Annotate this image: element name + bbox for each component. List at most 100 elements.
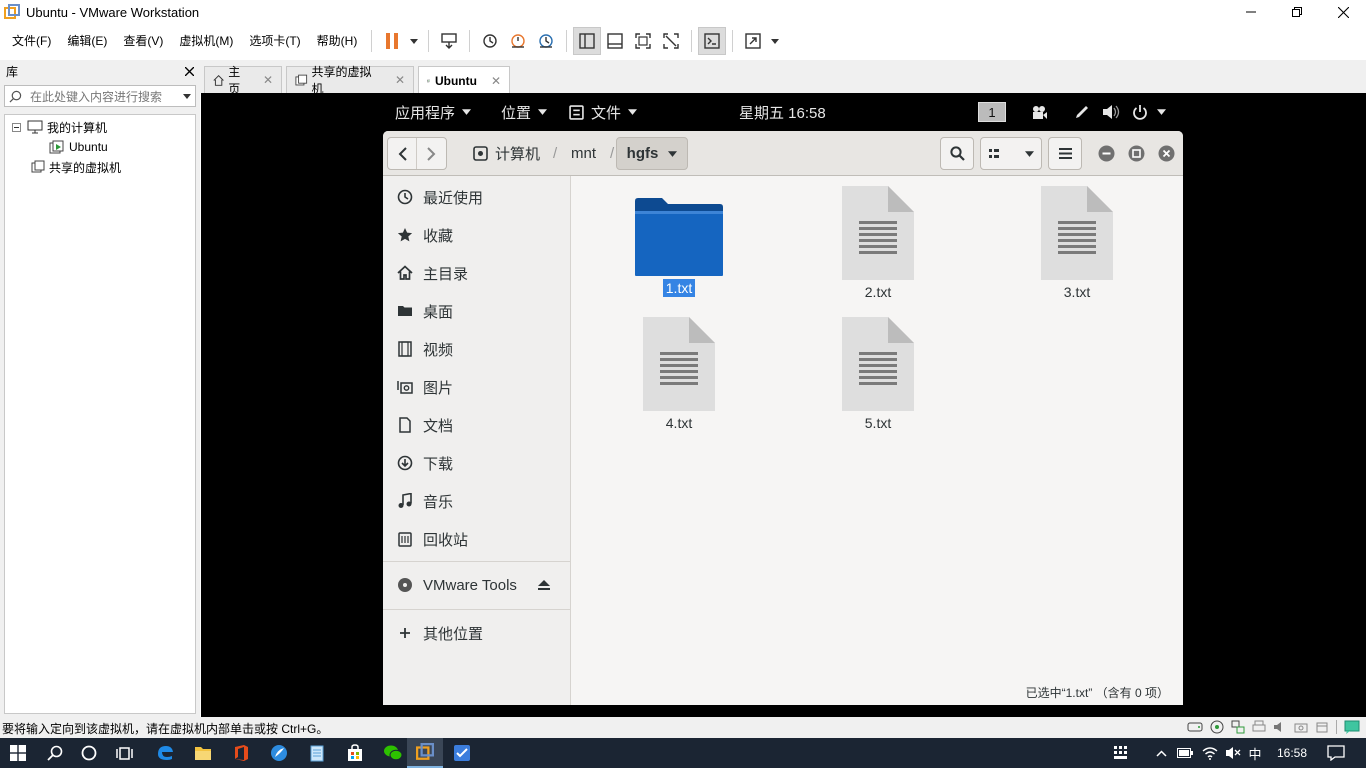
full-screen-button[interactable] (629, 27, 657, 55)
task-view-button[interactable] (106, 738, 142, 768)
start-button[interactable] (0, 738, 36, 768)
file-item[interactable]: 3.txt (1017, 185, 1137, 301)
tray-battery[interactable] (1174, 738, 1196, 768)
file-item[interactable]: 2.txt (818, 185, 938, 301)
tray-clock[interactable]: 16:58 (1268, 738, 1316, 768)
taskbar-vmware[interactable] (407, 738, 443, 768)
menu-file[interactable]: 文件(F) (4, 24, 59, 58)
close-icon[interactable] (185, 66, 194, 76)
tab-close-icon[interactable]: ✕ (263, 73, 273, 87)
system-power-menu[interactable] (1132, 93, 1166, 131)
volume-indicator[interactable] (1102, 93, 1120, 131)
vm-console[interactable]: 应用程序 位置 文件 星期五 16:58 1 计算机 / mnt / hgfs … (201, 93, 1366, 717)
gnome-applications-menu[interactable]: 应用程序 (395, 93, 472, 131)
sidebar-item-trash[interactable]: 回收站 (383, 520, 571, 558)
taskbar-file-explorer[interactable] (184, 738, 222, 768)
close-button[interactable] (1320, 0, 1366, 24)
sound-card-icon[interactable] (1273, 720, 1287, 734)
unity-button[interactable] (657, 27, 685, 55)
taskbar-office[interactable] (222, 738, 260, 768)
stretch-dropdown-button[interactable] (767, 27, 783, 55)
gnome-clock[interactable]: 星期五 16:58 (739, 93, 826, 131)
collapse-icon[interactable] (12, 122, 21, 132)
sidebar-item-home[interactable]: 主目录 (383, 254, 571, 292)
sidebar-item-desktop[interactable]: 桌面 (383, 292, 571, 330)
tab-shared-vms[interactable]: 共享的虚拟机 ✕ (286, 65, 414, 96)
cd-dvd-icon[interactable] (1210, 720, 1224, 734)
tree-item-my-computer[interactable]: 我的计算机 (12, 117, 107, 137)
window-minimize-button[interactable] (1098, 145, 1115, 162)
sidebar-item-recent[interactable]: 最近使用 (383, 178, 571, 216)
power-dropdown-button[interactable] (406, 27, 422, 55)
menu-button[interactable] (1048, 137, 1082, 170)
pause-button[interactable] (378, 27, 406, 55)
tree-item-ubuntu[interactable]: Ubuntu (49, 137, 108, 157)
taskbar-app-check[interactable] (443, 738, 481, 768)
menu-edit[interactable]: 编辑(E) (59, 24, 115, 58)
printer-icon[interactable] (1252, 720, 1266, 734)
breadcrumb-computer[interactable]: 计算机 (473, 137, 540, 170)
action-center-button[interactable] (1318, 738, 1354, 768)
sidebar-item-vmware-tools[interactable]: VMware Tools (383, 566, 571, 604)
accessibility-indicator[interactable] (1074, 93, 1090, 131)
eject-icon[interactable] (537, 579, 551, 591)
show-library-button[interactable] (573, 27, 602, 55)
search-button[interactable] (940, 137, 974, 170)
sidebar-item-pictures[interactable]: 图片 (383, 368, 571, 406)
forward-button[interactable] (417, 138, 446, 169)
taskbar-store[interactable] (336, 738, 374, 768)
tray-show-hidden[interactable] (1150, 738, 1172, 768)
camera-device-icon[interactable] (1294, 720, 1308, 734)
tray-wifi[interactable] (1198, 738, 1222, 768)
console-view-button[interactable] (698, 27, 727, 55)
snapshot-button[interactable] (476, 27, 504, 55)
minimize-button[interactable] (1228, 0, 1274, 24)
maximize-button[interactable] (1274, 0, 1320, 24)
search-taskbar-button[interactable] (38, 738, 72, 768)
hard-disk-icon[interactable] (1187, 720, 1203, 734)
usb-device-icon[interactable] (1315, 720, 1329, 734)
breadcrumb-hgfs[interactable]: hgfs (616, 137, 688, 170)
tab-ubuntu[interactable]: Ubuntu ✕ (418, 66, 510, 94)
taskbar-notepad[interactable] (298, 738, 336, 768)
sidebar-item-downloads[interactable]: 下载 (383, 444, 571, 482)
tray-keyboard[interactable] (1108, 738, 1134, 768)
thumbnail-bar-button[interactable] (601, 27, 629, 55)
sidebar-item-other-locations[interactable]: 其他位置 (383, 614, 571, 652)
menu-vm[interactable]: 虚拟机(M) (171, 24, 241, 58)
chevron-down-icon[interactable] (183, 93, 191, 99)
menu-view[interactable]: 查看(V) (115, 24, 171, 58)
taskbar-edge[interactable] (146, 738, 184, 768)
camera-indicator[interactable] (1031, 93, 1048, 131)
tray-volume-muted[interactable] (1222, 738, 1244, 768)
tree-item-shared-vms[interactable]: 共享的虚拟机 (31, 157, 121, 177)
sidebar-item-videos[interactable]: 视频 (383, 330, 571, 368)
library-search-input[interactable]: 在此处键入内容进行搜索 (4, 85, 196, 107)
gnome-files-app-menu[interactable]: 文件 (569, 93, 638, 131)
message-log-icon[interactable] (1344, 720, 1360, 734)
revert-snapshot-button[interactable] (504, 27, 532, 55)
workspace-indicator[interactable]: 1 (978, 93, 1006, 131)
tab-home[interactable]: 主页 ✕ (204, 65, 282, 96)
tab-close-icon[interactable]: ✕ (395, 73, 405, 87)
snapshot-manager-button[interactable] (532, 27, 560, 55)
file-item[interactable]: 4.txt (619, 316, 739, 432)
window-close-button[interactable] (1158, 145, 1175, 162)
taskbar-app-blue[interactable] (260, 738, 298, 768)
menu-tabs[interactable]: 选项卡(T) (241, 24, 308, 58)
window-maximize-button[interactable] (1128, 145, 1145, 162)
sidebar-item-documents[interactable]: 文档 (383, 406, 571, 444)
tab-close-icon[interactable]: ✕ (491, 74, 501, 88)
network-adapter-icon[interactable] (1231, 720, 1245, 734)
file-item[interactable]: 5.txt (818, 316, 938, 432)
view-mode-button[interactable] (980, 137, 1042, 170)
stretch-guest-button[interactable] (739, 27, 767, 55)
sidebar-item-music[interactable]: 音乐 (383, 482, 571, 520)
breadcrumb-mnt[interactable]: mnt (571, 137, 596, 170)
send-ctrl-alt-del-button[interactable] (435, 27, 463, 55)
back-button[interactable] (388, 138, 418, 169)
sidebar-item-starred[interactable]: 收藏 (383, 216, 571, 254)
cortana-button[interactable] (72, 738, 106, 768)
file-item[interactable]: 1.txt (619, 193, 739, 297)
tray-ime[interactable]: 中 (1244, 738, 1266, 768)
